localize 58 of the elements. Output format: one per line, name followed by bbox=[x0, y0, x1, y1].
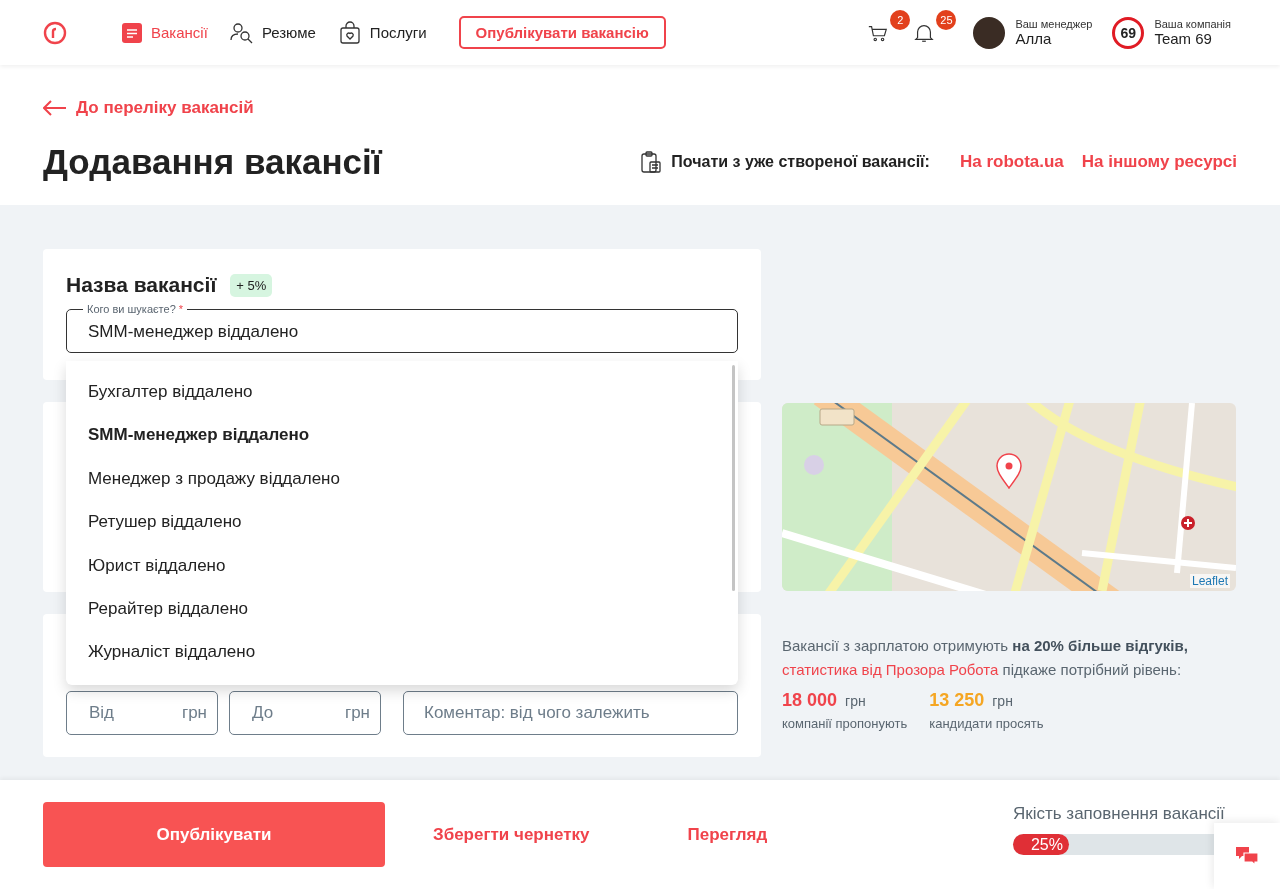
salary-tip: Вакансії з зарплатою отримують на 20% більше відгуків, статистика від Прозора Робота підкаже потрібний рівень: bbox=[782, 636, 1189, 680]
publish-vacancy-button[interactable]: Опублікувати вакансію bbox=[458, 16, 666, 49]
quality-label: Якість заповнення вакансії bbox=[1013, 804, 1226, 824]
currency-unit: грн bbox=[344, 703, 370, 723]
company-logo: 69 bbox=[1112, 16, 1145, 49]
clipboard-icon bbox=[639, 150, 664, 174]
document-icon bbox=[121, 21, 143, 44]
salary-from-field[interactable]: Від грн bbox=[66, 691, 218, 735]
salary-value: 13 250 bbox=[929, 690, 985, 711]
page-title: Додавання вакансії bbox=[43, 142, 382, 182]
manager-name: Алла bbox=[1015, 30, 1053, 47]
suggestion-item[interactable]: Бухгалтер віддалено bbox=[66, 370, 738, 414]
location-pin-icon bbox=[995, 453, 1023, 489]
chat-button[interactable] bbox=[1214, 823, 1280, 889]
stat-caption: кандидати просять bbox=[929, 716, 1044, 731]
publish-button[interactable]: Опублікувати bbox=[43, 802, 385, 867]
nav-link[interactable]: Вакансії bbox=[121, 20, 208, 45]
progress-fill: 25% bbox=[1013, 834, 1069, 855]
vacancy-name-field[interactable]: Кого ви шукаєте? * SMM-менеджер віддалено bbox=[66, 303, 738, 353]
statistics-link[interactable]: статистика від Прозора Робота bbox=[782, 661, 999, 678]
person-search-icon bbox=[229, 20, 254, 45]
currency-unit: грн bbox=[992, 693, 1013, 709]
suggestion-item[interactable]: Ретушер віддалено bbox=[66, 500, 738, 544]
save-draft-button[interactable]: Зберегти чернетку bbox=[427, 823, 596, 846]
back-link[interactable]: До переліку вакансій bbox=[43, 98, 254, 118]
suggestion-item[interactable]: Журналіст віддалено bbox=[66, 630, 738, 674]
salary-value: 18 000 bbox=[782, 690, 838, 711]
preview-button[interactable]: Перегляд bbox=[681, 823, 774, 846]
arrow-left-icon bbox=[43, 100, 67, 116]
shopping-bag-icon bbox=[337, 20, 362, 45]
chat-bubbles-icon bbox=[1235, 845, 1259, 867]
start-from-label: Почати з уже створеної вакансії: bbox=[671, 153, 930, 171]
company-caption: Ваша компанія bbox=[1154, 18, 1231, 30]
stat-caption: компанії пропонують bbox=[782, 716, 908, 731]
company-name: Team 69 bbox=[1154, 30, 1213, 47]
source-link[interactable]: На іншому ресурсі bbox=[1081, 152, 1237, 172]
manager-caption: Ваш менеджер bbox=[1015, 18, 1093, 30]
map-attribution-link[interactable]: Leaflet bbox=[1189, 574, 1230, 588]
suggestion-item[interactable]: Юрист віддалено bbox=[66, 543, 738, 587]
nav-link[interactable]: Послуги bbox=[337, 20, 427, 45]
currency-unit: грн bbox=[845, 693, 866, 709]
salary-to-field[interactable]: До грн bbox=[229, 691, 381, 735]
source-link[interactable]: На robota.ua bbox=[959, 152, 1064, 172]
currency-unit: грн bbox=[181, 703, 207, 723]
avatar bbox=[973, 16, 1006, 49]
map[interactable]: Leaflet bbox=[782, 403, 1236, 591]
suggestion-item[interactable]: SMM-менеджер віддалено bbox=[66, 413, 738, 457]
count-badge: 2 bbox=[890, 9, 911, 30]
section-heading: Назва вакансії bbox=[66, 273, 217, 297]
suggestion-item[interactable]: Менеджер з продажу віддалено bbox=[66, 456, 738, 501]
logo-icon[interactable] bbox=[43, 20, 67, 45]
count-badge: 25 bbox=[936, 9, 957, 30]
bonus-tag: + 5% bbox=[230, 273, 273, 297]
suggestion-item[interactable]: Рерайтер віддалено bbox=[66, 586, 738, 631]
nav-link[interactable]: Резюме bbox=[229, 20, 316, 45]
salary-comment-field[interactable]: Коментар: від чого залежить bbox=[403, 691, 738, 735]
field-label: Кого ви шукаєте? * bbox=[86, 303, 185, 315]
scrollbar[interactable] bbox=[732, 365, 735, 591]
